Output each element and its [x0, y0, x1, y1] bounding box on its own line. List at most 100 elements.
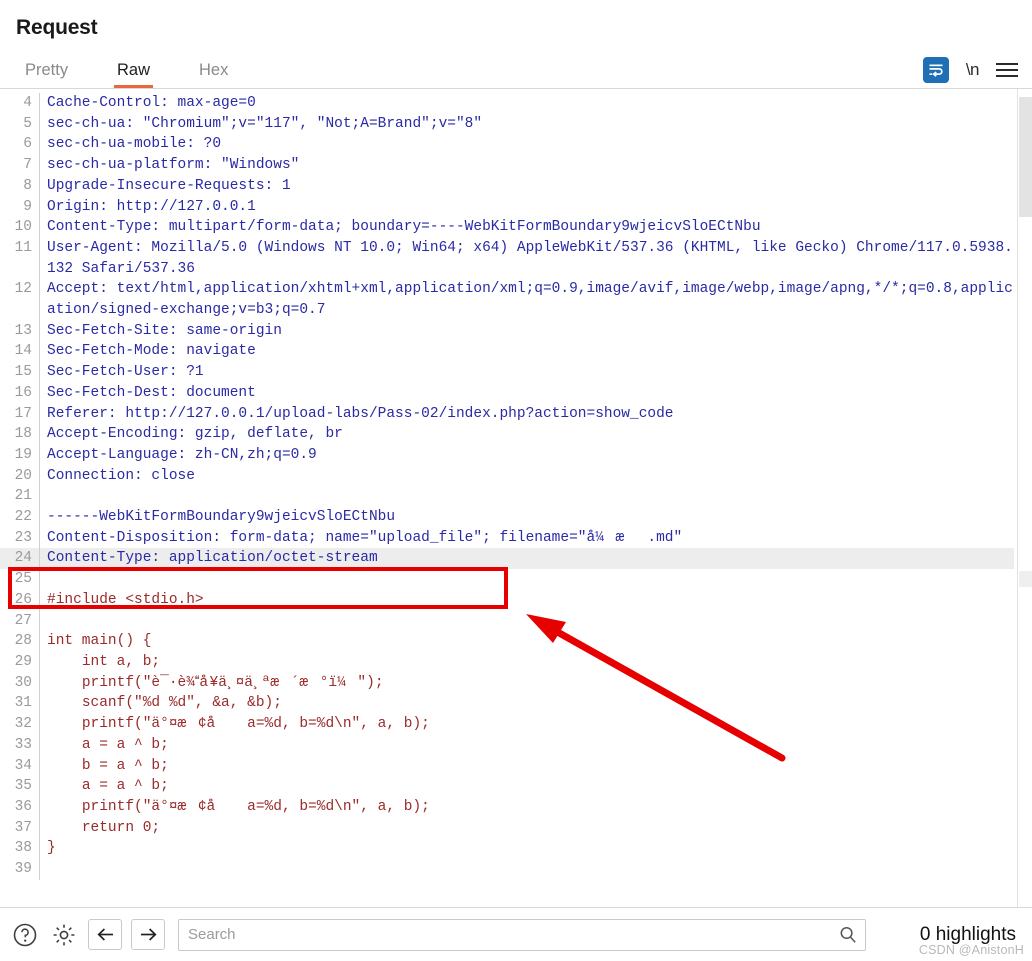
line-number: 34 — [0, 756, 40, 777]
line-content: Cache-Control: max-age=0 — [40, 93, 1014, 114]
code-line[interactable]: 37 return 0; — [0, 818, 1014, 839]
tab-raw[interactable]: Raw — [108, 52, 159, 88]
code-line[interactable]: 29 int a, b; — [0, 652, 1014, 673]
code-line[interactable]: 12 Accept: text/html,application/xhtml+xm… — [0, 279, 1014, 320]
line-content — [40, 859, 1014, 880]
code-line[interactable]: 26 #include <stdio.h> — [0, 590, 1014, 611]
code-line[interactable]: 11 User-Agent: Mozilla/5.0 (Windows NT 10… — [0, 238, 1014, 279]
newline-toggle-icon[interactable]: \n — [966, 60, 979, 80]
line-number: 17 — [0, 404, 40, 425]
line-content: } — [40, 838, 1014, 859]
line-number: 25 — [0, 569, 40, 590]
code-line[interactable]: 16 Sec-Fetch-Dest: document — [0, 383, 1014, 404]
search-input[interactable] — [178, 919, 866, 951]
line-content: a = a ^ b; — [40, 776, 1014, 797]
line-content: b = a ^ b; — [40, 756, 1014, 777]
burp-request-viewer: Request Pretty Raw Hex \n 4 Cache-Control… — [0, 0, 1032, 961]
line-content: Sec-Fetch-Dest: document — [40, 383, 1014, 404]
editor-vertical-scrollbar[interactable] — [1017, 89, 1032, 907]
line-number: 20 — [0, 466, 40, 487]
line-number: 39 — [0, 859, 40, 880]
code-line[interactable]: 18 Accept-Encoding: gzip, deflate, br — [0, 424, 1014, 445]
page-title: Request — [16, 16, 97, 40]
code-line[interactable]: 8 Upgrade-Insecure-Requests: 1 — [0, 176, 1014, 197]
search-field-wrapper — [178, 919, 866, 951]
line-number: 8 — [0, 176, 40, 197]
line-number: 30 — [0, 673, 40, 694]
code-line[interactable]: 21 — [0, 486, 1014, 507]
line-number: 12 — [0, 279, 40, 320]
hamburger-menu-icon[interactable] — [996, 61, 1018, 79]
line-content: printf("ä°¤æ¢å a=%d, b=%d\n", a, b); — [40, 797, 1014, 818]
help-circle-icon[interactable] — [10, 920, 40, 950]
line-number: 37 — [0, 818, 40, 839]
line-number: 26 — [0, 590, 40, 611]
tab-pretty[interactable]: Pretty — [16, 52, 77, 88]
code-line[interactable]: 33 a = a ^ b; — [0, 735, 1014, 756]
line-number: 33 — [0, 735, 40, 756]
code-line[interactable]: 20 Connection: close — [0, 466, 1014, 487]
line-number: 6 — [0, 134, 40, 155]
editor-bottom-toolbar: 0 highlights — [0, 907, 1032, 961]
code-line[interactable]: 24 Content-Type: application/octet-stream — [0, 548, 1014, 569]
code-line[interactable]: 38} — [0, 838, 1014, 859]
search-back-button[interactable] — [88, 919, 122, 950]
scrollbar-marker — [1019, 571, 1032, 587]
code-line[interactable]: 4 Cache-Control: max-age=0 — [0, 93, 1014, 114]
code-line[interactable]: 17 Referer: http://127.0.0.1/upload-labs/… — [0, 404, 1014, 425]
code-line[interactable]: 9 Origin: http://127.0.0.1 — [0, 197, 1014, 218]
line-content: Sec-Fetch-Mode: navigate — [40, 341, 1014, 362]
line-content: int main() { — [40, 631, 1014, 652]
line-number: 23 — [0, 528, 40, 549]
line-content: a = a ^ b; — [40, 735, 1014, 756]
line-content: #include <stdio.h> — [40, 590, 1014, 611]
code-line[interactable]: 31 scanf("%d %d", &a, &b); — [0, 693, 1014, 714]
code-line[interactable]: 5 sec-ch-ua: "Chromium";v="117", "Not;A=B… — [0, 114, 1014, 135]
tab-hex[interactable]: Hex — [190, 52, 237, 88]
code-line[interactable]: 36 printf("ä°¤æ¢å a=%d, b=%d\n", a, b… — [0, 797, 1014, 818]
code-line[interactable]: 14 Sec-Fetch-Mode: navigate — [0, 341, 1014, 362]
code-line[interactable]: 13 Sec-Fetch-Site: same-origin — [0, 321, 1014, 342]
code-line[interactable]: 34 b = a ^ b; — [0, 756, 1014, 777]
code-line[interactable]: 10 Content-Type: multipart/form-data; bou… — [0, 217, 1014, 238]
code-line[interactable]: 19 Accept-Language: zh-CN,zh;q=0.9 — [0, 445, 1014, 466]
line-number: 32 — [0, 714, 40, 735]
code-line[interactable]: 28 int main() { — [0, 631, 1014, 652]
header-icon-group: \n — [923, 52, 1018, 88]
code-lines: 4 Cache-Control: max-age=0 5 sec-ch-ua: "Ch… — [0, 89, 1014, 880]
line-number: 4 — [0, 93, 40, 114]
code-line[interactable]: 35 a = a ^ b; — [0, 776, 1014, 797]
line-number: 22 — [0, 507, 40, 528]
code-line[interactable]: 32 printf("ä°¤æ¢å a=%d, b=%d\n", a, b… — [0, 714, 1014, 735]
word-wrap-icon[interactable] — [923, 57, 949, 83]
line-number: 14 — [0, 341, 40, 362]
line-number: 21 — [0, 486, 40, 507]
gear-icon[interactable] — [49, 920, 79, 950]
line-content: printf("ä°¤æ¢å a=%d, b=%d\n", a, b); — [40, 714, 1014, 735]
code-line[interactable]: 7 sec-ch-ua-platform: "Windows" — [0, 155, 1014, 176]
code-line[interactable]: 25 — [0, 569, 1014, 590]
view-tabstrip: Pretty Raw Hex — [0, 52, 1032, 89]
line-content: Sec-Fetch-User: ?1 — [40, 362, 1014, 383]
raw-message-editor[interactable]: 4 Cache-Control: max-age=0 5 sec-ch-ua: "Ch… — [0, 89, 1032, 907]
line-content: Content-Disposition: form-data; name="up… — [40, 528, 1014, 549]
watermark: CSDN @AnistonH — [919, 943, 1024, 957]
code-line[interactable]: 6 sec-ch-ua-mobile: ?0 — [0, 134, 1014, 155]
line-number: 15 — [0, 362, 40, 383]
line-content: User-Agent: Mozilla/5.0 (Windows NT 10.0… — [40, 238, 1014, 279]
line-number: 29 — [0, 652, 40, 673]
search-forward-button[interactable] — [131, 919, 165, 950]
line-content: int a, b; — [40, 652, 1014, 673]
line-number: 5 — [0, 114, 40, 135]
line-content: Connection: close — [40, 466, 1014, 487]
scrollbar-thumb[interactable] — [1019, 97, 1032, 217]
code-line[interactable]: 39 — [0, 859, 1014, 880]
code-line[interactable]: 23 Content-Disposition: form-data; name="… — [0, 528, 1014, 549]
line-content: sec-ch-ua-platform: "Windows" — [40, 155, 1014, 176]
code-line[interactable]: 30 printf("è¯·è¾å ¥ä¸¤ä¸ªæ´æ°ï¼"); — [0, 673, 1014, 694]
code-line[interactable]: 15 Sec-Fetch-User: ?1 — [0, 362, 1014, 383]
code-line[interactable]: 22 ------WebKitFormBoundary9wjeicvSloECtN… — [0, 507, 1014, 528]
line-number: 28 — [0, 631, 40, 652]
code-line[interactable]: 27 — [0, 611, 1014, 632]
line-content — [40, 486, 1014, 507]
